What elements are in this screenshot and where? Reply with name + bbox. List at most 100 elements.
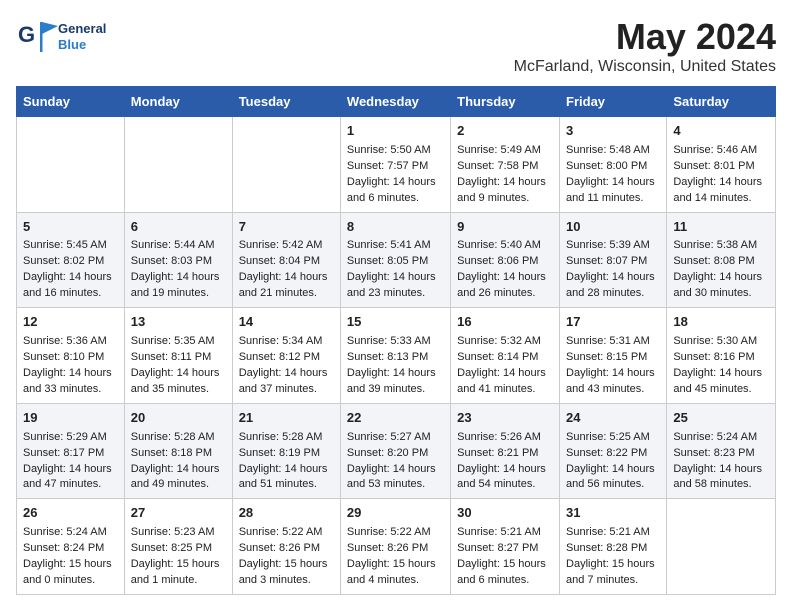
day-info-line: and 7 minutes. [566, 573, 660, 589]
day-info-line: Sunset: 8:28 PM [566, 541, 660, 557]
day-info-line: Daylight: 14 hours [566, 270, 660, 286]
day-info-line: Daylight: 14 hours [457, 270, 553, 286]
day-info-line: Sunset: 8:16 PM [673, 350, 769, 366]
day-info-line: Daylight: 14 hours [239, 366, 334, 382]
day-info-line: Sunset: 8:23 PM [673, 446, 769, 462]
calendar-cell: 20Sunrise: 5:28 AMSunset: 8:18 PMDayligh… [124, 403, 232, 499]
day-number: 1 [347, 122, 444, 141]
day-info-line: Sunrise: 5:24 AM [23, 525, 118, 541]
day-info-line: Sunset: 8:03 PM [131, 254, 226, 270]
day-number: 8 [347, 218, 444, 237]
calendar-cell: 4Sunrise: 5:46 AMSunset: 8:01 PMDaylight… [667, 117, 776, 213]
day-info-line: Sunrise: 5:40 AM [457, 238, 553, 254]
day-info-line: and 19 minutes. [131, 286, 226, 302]
day-info-line: and 1 minute. [131, 573, 226, 589]
calendar-cell: 8Sunrise: 5:41 AMSunset: 8:05 PMDaylight… [340, 212, 450, 308]
day-info-line: Daylight: 15 hours [131, 557, 226, 573]
day-info-line: and 21 minutes. [239, 286, 334, 302]
day-info-line: Sunrise: 5:31 AM [566, 334, 660, 350]
logo: G General Blue [16, 16, 106, 58]
calendar-cell: 1Sunrise: 5:50 AMSunset: 7:57 PMDaylight… [340, 117, 450, 213]
day-number: 12 [23, 313, 118, 332]
calendar-cell: 12Sunrise: 5:36 AMSunset: 8:10 PMDayligh… [17, 308, 125, 404]
day-info-line: Daylight: 14 hours [673, 366, 769, 382]
calendar-cell [232, 117, 340, 213]
day-number: 30 [457, 504, 553, 523]
day-info-line: Sunset: 8:24 PM [23, 541, 118, 557]
day-info-line: Sunrise: 5:50 AM [347, 143, 444, 159]
day-info-line: Daylight: 14 hours [457, 366, 553, 382]
day-info-line: Sunrise: 5:28 AM [239, 430, 334, 446]
day-info-line: Sunrise: 5:21 AM [566, 525, 660, 541]
day-info-line: Daylight: 14 hours [23, 462, 118, 478]
day-info-line: and 58 minutes. [673, 477, 769, 493]
day-info-line: Sunset: 8:19 PM [239, 446, 334, 462]
day-number: 19 [23, 409, 118, 428]
day-info-line: Sunset: 8:26 PM [347, 541, 444, 557]
day-info-line: Sunset: 8:25 PM [131, 541, 226, 557]
day-number: 2 [457, 122, 553, 141]
day-info-line: and 26 minutes. [457, 286, 553, 302]
day-info-line: and 43 minutes. [566, 382, 660, 398]
day-number: 31 [566, 504, 660, 523]
calendar-cell: 27Sunrise: 5:23 AMSunset: 8:25 PMDayligh… [124, 499, 232, 595]
day-info-line: Sunrise: 5:42 AM [239, 238, 334, 254]
calendar-cell: 11Sunrise: 5:38 AMSunset: 8:08 PMDayligh… [667, 212, 776, 308]
day-number: 17 [566, 313, 660, 332]
day-info-line: and 35 minutes. [131, 382, 226, 398]
calendar-cell: 31 Sunrise: 5:21 AMSunset: 8:28 PMDayligh… [560, 499, 667, 595]
day-info-line: Daylight: 14 hours [673, 270, 769, 286]
day-info-line: and 16 minutes. [23, 286, 118, 302]
day-info-line: Sunset: 8:07 PM [566, 254, 660, 270]
day-info-line: Daylight: 15 hours [347, 557, 444, 573]
day-info-line: Sunset: 8:06 PM [457, 254, 553, 270]
day-info-line: Sunset: 8:20 PM [347, 446, 444, 462]
day-number: 25 [673, 409, 769, 428]
day-info-line: Sunset: 7:57 PM [347, 159, 444, 175]
calendar-week-5: 26Sunrise: 5:24 AMSunset: 8:24 PMDayligh… [17, 499, 776, 595]
calendar-cell: 25Sunrise: 5:24 AMSunset: 8:23 PMDayligh… [667, 403, 776, 499]
day-info-line: and 54 minutes. [457, 477, 553, 493]
day-info-line: and 33 minutes. [23, 382, 118, 398]
calendar-body: 1 Sunrise: 5:50 AMSunset: 7:57 PM Daylight… [17, 117, 776, 595]
day-info-line: Sunset: 8:13 PM [347, 350, 444, 366]
day-info-line: Daylight: 14 hours [673, 175, 769, 191]
day-info-line: Sunrise: 5:23 AM [131, 525, 226, 541]
day-number: 4 [673, 122, 769, 141]
calendar-cell: 30Sunrise: 5:21 AMSunset: 8:27 PMDayligh… [451, 499, 560, 595]
day-info-line: Sunrise: 5:30 AM [673, 334, 769, 350]
day-info-line: Sunrise: 5:28 AM [131, 430, 226, 446]
day-info-line: Daylight: 15 hours [23, 557, 118, 573]
calendar-cell: 13Sunrise: 5:35 AMSunset: 8:11 PMDayligh… [124, 308, 232, 404]
calendar-table: SundayMondayTuesdayWednesdayThursdayFrid… [16, 86, 776, 595]
calendar-cell: 9Sunrise: 5:40 AMSunset: 8:06 PMDaylight… [451, 212, 560, 308]
day-info-line: Sunset: 8:04 PM [239, 254, 334, 270]
day-info-line: Daylight: 14 hours [347, 366, 444, 382]
weekday-header-monday: Monday [124, 87, 232, 117]
calendar-cell: 2Sunrise: 5:49 AMSunset: 7:58 PMDaylight… [451, 117, 560, 213]
month-title: May 2024 [514, 16, 776, 58]
day-number: 15 [347, 313, 444, 332]
day-number: 14 [239, 313, 334, 332]
calendar-cell: 15Sunrise: 5:33 AMSunset: 8:13 PMDayligh… [340, 308, 450, 404]
day-number: 3 [566, 122, 660, 141]
calendar-cell: 10Sunrise: 5:39 AMSunset: 8:07 PMDayligh… [560, 212, 667, 308]
day-info-line: Daylight: 14 hours [457, 462, 553, 478]
day-info-line: and 37 minutes. [239, 382, 334, 398]
day-info-line: and 4 minutes. [347, 573, 444, 589]
day-info-line: Sunrise: 5:49 AM [457, 143, 553, 159]
day-info-line: Sunset: 8:26 PM [239, 541, 334, 557]
day-info-line: Sunrise: 5:35 AM [131, 334, 226, 350]
day-info-line: Sunset: 8:02 PM [23, 254, 118, 270]
day-number: 20 [131, 409, 226, 428]
day-info-line: Daylight: 14 hours [131, 462, 226, 478]
day-number: 10 [566, 218, 660, 237]
day-info-line: Sunrise: 5:34 AM [239, 334, 334, 350]
day-info-line: Sunrise: 5:38 AM [673, 238, 769, 254]
day-info-line: Daylight: 15 hours [566, 557, 660, 573]
day-number: 23 [457, 409, 553, 428]
day-info-line: and 56 minutes. [566, 477, 660, 493]
calendar-cell: 18Sunrise: 5:30 AMSunset: 8:16 PMDayligh… [667, 308, 776, 404]
calendar-cell: 21Sunrise: 5:28 AMSunset: 8:19 PMDayligh… [232, 403, 340, 499]
day-info-line: Daylight: 14 hours [131, 366, 226, 382]
